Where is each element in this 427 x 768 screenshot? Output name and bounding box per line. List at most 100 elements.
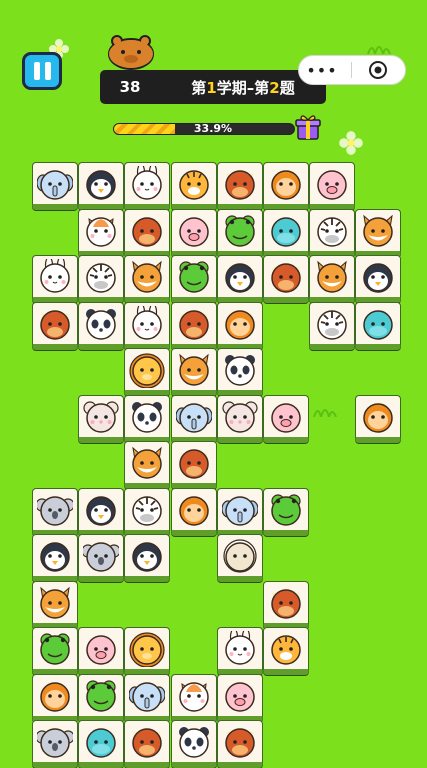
penguin-icon — [86, 170, 116, 200]
tile-rabbit[interactable] — [32, 255, 78, 303]
tile-lion[interactable] — [124, 627, 171, 675]
panda-icon — [86, 308, 117, 340]
tile-penguin[interactable] — [78, 487, 125, 536]
tile-zebra[interactable] — [124, 487, 171, 536]
tile-zebra[interactable] — [78, 255, 125, 303]
tile-frog[interactable] — [32, 627, 78, 675]
tile-cow[interactable] — [124, 720, 171, 768]
tile-rabbit[interactable] — [216, 627, 263, 675]
tile-fox[interactable] — [355, 208, 402, 257]
progress-label: 33.9% — [193, 122, 233, 135]
tile-cow[interactable] — [216, 720, 263, 768]
tile-cow[interactable] — [170, 441, 217, 489]
tile-panda[interactable] — [78, 301, 125, 350]
tile-monkey[interactable] — [263, 162, 309, 210]
pause-button[interactable] — [22, 52, 62, 90]
tile-panda[interactable] — [124, 394, 171, 443]
tile-panda[interactable] — [170, 720, 217, 768]
frog-icon — [225, 214, 255, 247]
tiger-icon — [271, 635, 301, 665]
cow-icon — [132, 216, 163, 247]
lion-icon — [129, 353, 165, 388]
fox-icon — [132, 446, 163, 479]
tile-cat[interactable] — [78, 208, 125, 257]
grass-decoration-icon — [313, 409, 337, 417]
tile-elephant[interactable] — [124, 673, 171, 722]
tile-cat[interactable] — [170, 673, 217, 722]
tile-monkey[interactable] — [32, 673, 78, 722]
tile-penguin[interactable] — [355, 255, 402, 303]
tile-koala[interactable] — [32, 720, 78, 768]
fox-icon — [178, 353, 209, 386]
tile-frog[interactable] — [216, 208, 263, 257]
tile-elephant[interactable] — [170, 394, 217, 443]
penguin-icon — [363, 263, 394, 293]
tile-cow[interactable] — [263, 255, 309, 303]
tile-pig[interactable] — [263, 394, 309, 443]
cow-icon — [40, 309, 70, 340]
grass-decoration-icon — [367, 46, 391, 54]
fox-icon — [132, 260, 163, 293]
tile-zebra[interactable] — [309, 301, 356, 350]
tile-rabbit[interactable] — [124, 301, 171, 350]
elephant-icon — [175, 402, 212, 433]
tile-pig[interactable] — [309, 162, 356, 210]
sheep-icon — [223, 539, 257, 573]
mouse-icon — [83, 400, 119, 433]
tile-fox[interactable] — [309, 255, 356, 303]
tile-koala[interactable] — [32, 487, 78, 536]
penguin-icon — [132, 542, 163, 572]
tile-monkey[interactable] — [170, 487, 217, 536]
tile-pig[interactable] — [78, 627, 125, 675]
tile-frog[interactable] — [170, 255, 217, 303]
tile-penguin[interactable] — [124, 534, 171, 582]
tile-frog[interactable] — [78, 673, 125, 722]
tile-rabbit[interactable] — [124, 162, 171, 210]
tile-pig[interactable] — [216, 673, 263, 722]
tile-cow[interactable] — [170, 301, 217, 350]
hippo-icon — [271, 216, 301, 247]
tile-frog[interactable] — [263, 487, 309, 536]
tile-penguin[interactable] — [32, 534, 78, 582]
term-number: 1 — [206, 78, 217, 97]
score-counter: 38 — [119, 78, 141, 96]
tile-tiger[interactable] — [263, 627, 309, 675]
tile-penguin[interactable] — [216, 255, 263, 303]
tile-fox[interactable] — [124, 255, 171, 303]
tile-fox[interactable] — [170, 348, 217, 396]
pig-icon — [86, 635, 116, 665]
tile-cow[interactable] — [263, 580, 309, 629]
tile-koala[interactable] — [78, 534, 125, 582]
tile-monkey[interactable] — [216, 301, 263, 350]
tile-lion[interactable] — [124, 348, 171, 396]
tile-mouse[interactable] — [216, 394, 263, 443]
tile-fox[interactable] — [124, 441, 171, 489]
close-circle-icon — [369, 61, 387, 79]
tile-sheep[interactable] — [216, 534, 263, 582]
tile-monkey[interactable] — [355, 394, 402, 443]
tile-hippo[interactable] — [263, 208, 309, 257]
tile-tiger[interactable] — [170, 162, 217, 210]
tile-hippo[interactable] — [78, 720, 125, 768]
rabbit-icon — [132, 166, 163, 200]
tile-penguin[interactable] — [78, 162, 125, 210]
tile-elephant[interactable] — [216, 487, 263, 536]
panda-icon — [178, 727, 209, 758]
tile-mouse[interactable] — [78, 394, 125, 443]
frog-icon — [178, 261, 209, 293]
miniprogram-capsule: ••• — [298, 55, 406, 85]
cow-icon — [178, 309, 209, 340]
tile-elephant[interactable] — [32, 162, 78, 210]
tile-zebra[interactable] — [309, 208, 356, 257]
tile-fox[interactable] — [32, 580, 78, 629]
tile-pig[interactable] — [170, 208, 217, 257]
tile-hippo[interactable] — [355, 301, 402, 350]
tile-cow[interactable] — [124, 208, 171, 257]
tile-panda[interactable] — [216, 348, 263, 396]
close-miniprogram-button[interactable] — [358, 60, 398, 80]
gift-icon[interactable] — [294, 113, 322, 141]
tile-cow[interactable] — [216, 162, 263, 210]
cow-icon — [271, 588, 301, 619]
more-menu-button[interactable]: ••• — [299, 61, 345, 80]
tile-cow[interactable] — [32, 301, 78, 350]
